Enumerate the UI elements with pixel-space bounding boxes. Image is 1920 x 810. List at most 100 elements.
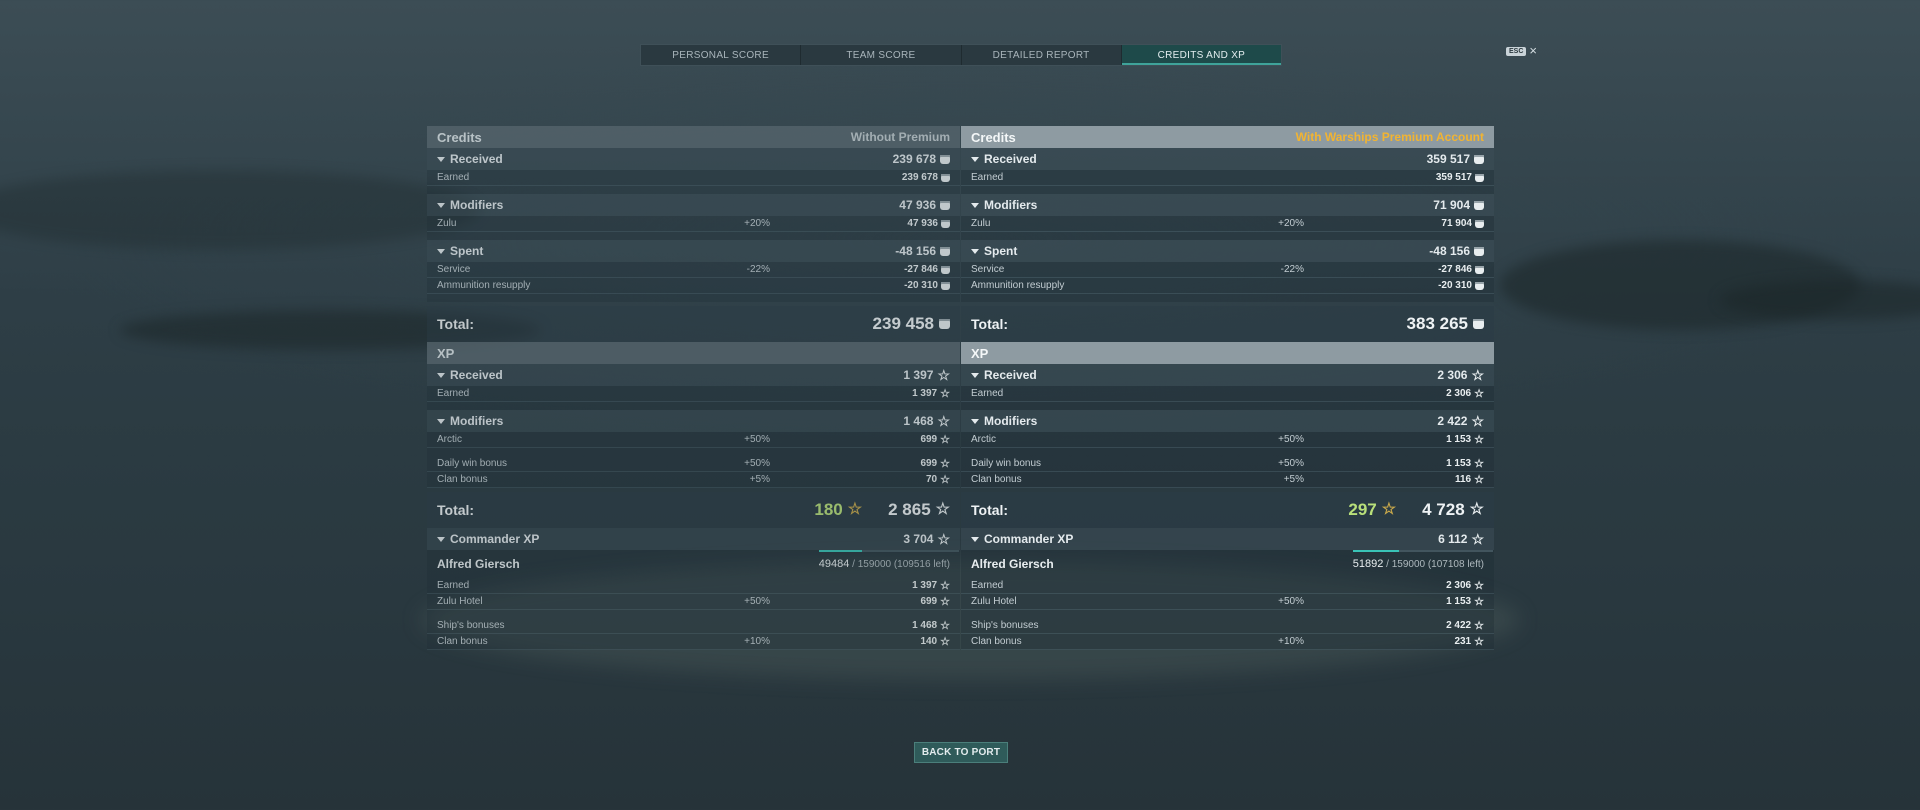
row-value-text: 1 397: [912, 388, 938, 399]
row-value-text: 1 153: [1446, 458, 1472, 469]
row-value-text: 1 397: [912, 580, 938, 591]
detail-row: Zulu Hotel +50% 1 153 ☆: [961, 594, 1494, 610]
detail-row: Service -22% -27 846: [427, 262, 960, 278]
collapse-arrow-icon: [437, 156, 445, 162]
group-label: Received: [984, 152, 1037, 166]
xp-star-icon: ☆: [1471, 531, 1484, 547]
credits-icon: [940, 154, 950, 164]
group-label: Commander XP: [984, 532, 1074, 546]
tab-personal-score[interactable]: PERSONAL SCORE: [641, 45, 802, 65]
group-label: Modifiers: [450, 198, 504, 212]
panel-without-premium: Credits Without Premium Received 239 678 Ear…: [427, 126, 960, 650]
back-to-port-button[interactable]: BACK TO PORT: [914, 742, 1008, 763]
credits-icon: [1475, 219, 1484, 228]
group-label: Spent: [984, 244, 1018, 258]
row-label: Earned: [437, 388, 470, 399]
row-percent: +50%: [1278, 596, 1304, 607]
row-value-text: 239 678: [901, 172, 938, 183]
progress-rest: / 159000 (107108 left): [1386, 559, 1484, 570]
row-label: Clan bonus: [437, 636, 488, 647]
free-xp-total-text: 297: [1348, 500, 1377, 519]
group-header[interactable]: Received 2 306 ☆: [961, 364, 1494, 386]
row-value: 1 397 ☆: [870, 388, 950, 399]
group-value: 1 397 ☆: [903, 368, 950, 382]
xp-star-icon: ☆: [1474, 473, 1484, 486]
total-label: Total:: [437, 316, 475, 332]
collapse-arrow-icon: [971, 156, 979, 162]
row-label: Arctic: [971, 434, 996, 445]
tab-credits-and-xp[interactable]: CREDITS AND XP: [1121, 45, 1281, 65]
xp-section-header: XP: [427, 342, 960, 364]
group-label: Received: [450, 368, 503, 382]
collapse-arrow-icon: [437, 372, 445, 378]
group-header[interactable]: Received 359 517: [961, 148, 1494, 170]
detail-row: Ship's bonuses 1 468 ☆: [427, 618, 960, 634]
row-percent: +50%: [1278, 434, 1304, 445]
credits-total-text: 383 265: [1406, 314, 1468, 333]
row-value: 1 468 ☆: [870, 620, 950, 631]
row-value: 699 ☆: [870, 458, 950, 469]
detail-row: Ammunition resupply -20 310: [427, 278, 960, 294]
group-header[interactable]: Received 1 397 ☆: [427, 364, 960, 386]
group-header[interactable]: Commander XP 3 704 ☆: [427, 528, 960, 550]
row-label: Earned: [971, 388, 1004, 399]
row-value: 1 153 ☆: [1404, 596, 1484, 607]
group-header[interactable]: Commander XP 6 112 ☆: [961, 528, 1494, 550]
commander-name: Alfred Giersch: [437, 557, 520, 571]
row-value: 699 ☆: [870, 434, 950, 445]
xp-total-text: 4 728: [1422, 500, 1465, 519]
tab-detailed-report[interactable]: DETAILED REPORT: [962, 45, 1122, 65]
group-header[interactable]: Spent -48 156: [427, 240, 960, 262]
group-header[interactable]: Received 239 678: [427, 148, 960, 170]
row-value: 239 678: [870, 172, 950, 183]
group-value-text: -48 156: [895, 244, 936, 258]
credits-icon: [941, 173, 950, 182]
row-percent: +50%: [744, 434, 770, 445]
row-value-text: 699: [920, 434, 938, 445]
row-label: Ammunition resupply: [437, 280, 531, 291]
row-percent: +20%: [744, 218, 770, 229]
xp-star-icon: ☆: [940, 433, 950, 446]
detail-row: Service -22% -27 846: [961, 262, 1494, 278]
close-button[interactable]: ESC ×: [1506, 44, 1537, 57]
background-island: [0, 170, 480, 250]
row-percent: +20%: [1278, 218, 1304, 229]
group-value: 359 517: [1427, 152, 1484, 166]
row-label: Ammunition resupply: [971, 280, 1065, 291]
credits-section-header: Credits With Warships Premium Account: [961, 126, 1494, 148]
row-label: Service: [437, 264, 471, 275]
credits-icon: [941, 265, 950, 274]
detail-row: Arctic +50% 1 153 ☆: [961, 432, 1494, 448]
group-header[interactable]: Modifiers 1 468 ☆: [427, 410, 960, 432]
row-value-text: -20 310: [1438, 280, 1472, 291]
row-value: -20 310: [1404, 280, 1484, 291]
group-header[interactable]: Modifiers 2 422 ☆: [961, 410, 1494, 432]
premium-status: With Warships Premium Account: [1295, 130, 1484, 144]
group-value: 6 112 ☆: [1438, 532, 1484, 546]
spacer: [427, 186, 960, 194]
row-value: 70 ☆: [870, 474, 950, 485]
group-header[interactable]: Spent -48 156: [961, 240, 1494, 262]
xp-star-icon: ☆: [847, 501, 863, 518]
xp-total: Total: 297 ☆ 4 728 ☆: [961, 492, 1494, 528]
group-header[interactable]: Modifiers 71 904: [961, 194, 1494, 216]
xp-total-text: 2 865: [888, 500, 931, 519]
row-value: 71 904: [1404, 218, 1484, 229]
xp-star-icon: ☆: [937, 531, 950, 547]
detail-row: Arctic +50% 699 ☆: [427, 432, 960, 448]
group-header[interactable]: Modifiers 47 936: [427, 194, 960, 216]
row-value: 2 422 ☆: [1404, 620, 1484, 631]
detail-row: Zulu Hotel +50% 699 ☆: [427, 594, 960, 610]
row-label: Ship's bonuses: [971, 620, 1039, 631]
row-value-text: 1 153: [1446, 596, 1472, 607]
row-percent: +5%: [1283, 474, 1304, 485]
detail-row: Zulu +20% 47 936: [427, 216, 960, 232]
spacer: [961, 402, 1494, 410]
row-label: Zulu Hotel: [971, 596, 1017, 607]
collapse-arrow-icon: [971, 418, 979, 424]
group-value-text: 359 517: [1426, 152, 1470, 166]
xp-star-icon: ☆: [1471, 413, 1484, 429]
row-label: Clan bonus: [971, 636, 1022, 647]
row-value: 699 ☆: [870, 596, 950, 607]
tab-team-score[interactable]: TEAM SCORE: [801, 45, 962, 65]
